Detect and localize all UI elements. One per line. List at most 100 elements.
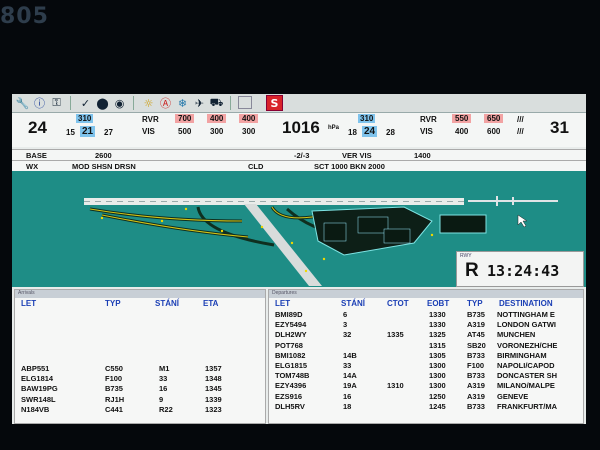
- rvr-label-right: RVR: [420, 115, 437, 124]
- departures-cell-dest: VORONEZH/CHE: [497, 340, 558, 350]
- departures-cell-typ: B733: [467, 401, 485, 411]
- departures-row[interactable]: BMI1082 14B 1305 B733 BIRMINGHAM: [269, 351, 583, 361]
- departures-cell-eobt: 1300: [429, 361, 446, 370]
- departures-cell-typ: A319: [467, 381, 485, 391]
- departures-col-eobt[interactable]: EOBT: [427, 299, 449, 308]
- toggle-icon[interactable]: ◉: [112, 96, 127, 110]
- record-icon[interactable]: ⬤: [95, 96, 110, 110]
- stop-button[interactable]: S: [266, 95, 283, 111]
- departures-cell-dest: FRANKFURT/MA: [497, 401, 557, 411]
- departures-row[interactable]: EZY4396 19A 1310 1300 A319 MILANO/MALPE: [269, 381, 583, 391]
- wind-min-right: 18: [348, 128, 357, 137]
- departures-cell-eobt: 1300: [429, 381, 446, 391]
- rvr-left-2: 400: [207, 114, 227, 123]
- departures-cell-stani: 16: [343, 391, 352, 401]
- arrivals-row[interactable]: BAW19PG B735 16 1345: [15, 384, 265, 394]
- departures-row[interactable]: ELG1815 33 1300 F100 NAPOLI/CAPOD: [269, 361, 583, 371]
- arrivals-col-let[interactable]: LET: [21, 299, 36, 308]
- departures-row[interactable]: TOM748B 14A 1300 B733 DONCASTER SH: [269, 371, 583, 381]
- departures-cell-let: DLH2WY: [275, 330, 307, 340]
- departures-cell-eobt: 1330: [429, 320, 446, 330]
- departures-panel: Departures LET STÁNÍ CTOT EOBT TYP DESTI…: [268, 289, 584, 424]
- arrivals-col-eta[interactable]: ETA: [203, 299, 218, 308]
- departures-cell-dest: MUNCHEN: [497, 330, 536, 340]
- wind-dir-right: 310: [358, 114, 376, 123]
- vis-label-right: VIS: [420, 127, 433, 136]
- arrivals-cell-eta: 1345: [205, 384, 222, 394]
- toolbar-divider: [133, 96, 134, 110]
- current-time: 13:24:43: [487, 262, 560, 280]
- arrivals-cell-typ: C441: [105, 404, 123, 414]
- arrivals-row[interactable]: ELG1814 F100 33 1348: [15, 374, 265, 384]
- sun-icon[interactable]: ☼: [141, 96, 156, 110]
- runway-right: 31: [550, 118, 569, 137]
- arrivals-cell-typ: C550: [105, 364, 123, 373]
- vis-right-2: 600: [487, 127, 501, 136]
- plane-icon[interactable]: ✈: [192, 96, 207, 110]
- snow-icon[interactable]: ❄: [175, 96, 190, 110]
- departures-cell-stani: 33: [343, 361, 352, 370]
- info-icon[interactable]: ⓘ: [32, 96, 47, 110]
- alert-icon[interactable]: Ⓐ: [158, 96, 173, 110]
- departures-cell-let: ELG1815: [275, 361, 308, 370]
- vis-left-2: 300: [210, 127, 224, 136]
- monitor-label: 805: [0, 4, 49, 29]
- departures-cell-typ: SB20: [467, 340, 486, 350]
- arrivals-row[interactable]: SWR148L RJ1H 9 1339: [15, 395, 265, 405]
- departures-cell-let: BMI89D: [275, 310, 303, 319]
- departures-row[interactable]: EZY5494 3 1330 A319 LONDON GATWI: [269, 320, 583, 330]
- departures-col-ctot[interactable]: CTOT: [387, 299, 409, 308]
- departures-row[interactable]: POT768 1315 SB20 VORONEZH/CHE: [269, 341, 583, 351]
- airport-map[interactable]: RWY R 13:24:43: [12, 171, 586, 287]
- vis-left-1: 500: [178, 127, 192, 136]
- wind-spd-left: 21: [80, 126, 96, 137]
- arrivals-cell-let: ELG1814: [21, 374, 54, 384]
- arrivals-panel: Arrivals LET TYP STÁNÍ ETA ABP551 C550 M1 1…: [14, 289, 266, 424]
- arrivals-cell-stani: M1: [159, 364, 170, 373]
- arrivals-col-stani[interactable]: STÁNÍ: [155, 299, 179, 308]
- departures-row[interactable]: DLH5RV 18 1245 B733 FRANKFURT/MA: [269, 402, 583, 412]
- departures-cell-stani: 19A: [343, 381, 357, 391]
- departures-cell-stani: 18: [343, 401, 352, 411]
- qnh-value: 1016: [282, 118, 320, 137]
- arrivals-cell-stani: 9: [159, 394, 164, 404]
- arrivals-row[interactable]: ABP551 C550 M1 1357: [15, 364, 265, 374]
- wind-spd-right: 24: [362, 126, 378, 137]
- departures-cell-stani: 6: [343, 310, 348, 319]
- departures-col-destination[interactable]: DESTINATION: [499, 299, 553, 308]
- mouse-cursor-icon: [517, 214, 528, 228]
- departures-cell-dest: LONDON GATWI: [497, 320, 557, 330]
- departures-col-typ[interactable]: TYP: [467, 299, 483, 308]
- arrivals-row[interactable]: N184VB C441 R22 1323: [15, 405, 265, 415]
- ver-vis-value: 1400: [414, 151, 431, 160]
- blank-icon[interactable]: [238, 96, 252, 109]
- clock-panel-label: RWY: [460, 253, 472, 259]
- departures-row[interactable]: DLH2WY 32 1335 1325 AT45 MUNCHEN: [269, 330, 583, 340]
- atc-display: 🔧 ⓘ ⚿ ✓ ⬤ ◉ ☼ Ⓐ ❄ ✈ ⛟ S 24 310 15 21 27 …: [12, 94, 586, 424]
- departures-row[interactable]: EZS916 16 1250 A319 GENEVE: [269, 392, 583, 402]
- rvr-right-1: 550: [452, 114, 472, 123]
- cld-value: SCT 1000 BKN 2000: [314, 162, 385, 171]
- runway-clock-panel: RWY R 13:24:43: [456, 251, 584, 287]
- arrivals-cell-eta: 1323: [205, 404, 222, 414]
- departures-col-stani[interactable]: STÁNÍ: [341, 299, 365, 308]
- check-icon[interactable]: ✓: [78, 96, 93, 110]
- arrivals-cell-typ: B735: [105, 384, 123, 394]
- departures-cell-let: EZY4396: [275, 381, 307, 391]
- departures-row[interactable]: BMI89D 6 1330 B735 NOTTINGHAM E: [269, 310, 583, 320]
- departures-col-let[interactable]: LET: [275, 299, 290, 308]
- departures-cell-eobt: 1245: [429, 401, 446, 411]
- qnh-unit: hPa: [328, 125, 340, 131]
- vis-slashes: ///: [517, 127, 524, 136]
- arrivals-panel-title: Arrivals: [15, 290, 265, 298]
- runway-left: 24: [28, 118, 47, 137]
- key-icon[interactable]: ⚿: [49, 96, 64, 110]
- departures-cell-dest: BIRMINGHAM: [497, 350, 547, 360]
- departures-cell-typ: F100: [467, 361, 485, 370]
- wrench-icon[interactable]: 🔧: [15, 96, 30, 110]
- plane-ground-icon[interactable]: ⛟: [209, 96, 224, 110]
- departures-cell-stani: 3: [343, 320, 348, 330]
- arrivals-col-typ[interactable]: TYP: [105, 299, 121, 308]
- weather-panel: 24 310 15 21 27 RVR VIS 700 400 400 500 …: [12, 113, 586, 147]
- toolbar: 🔧 ⓘ ⚿ ✓ ⬤ ◉ ☼ Ⓐ ❄ ✈ ⛟ S: [12, 94, 586, 113]
